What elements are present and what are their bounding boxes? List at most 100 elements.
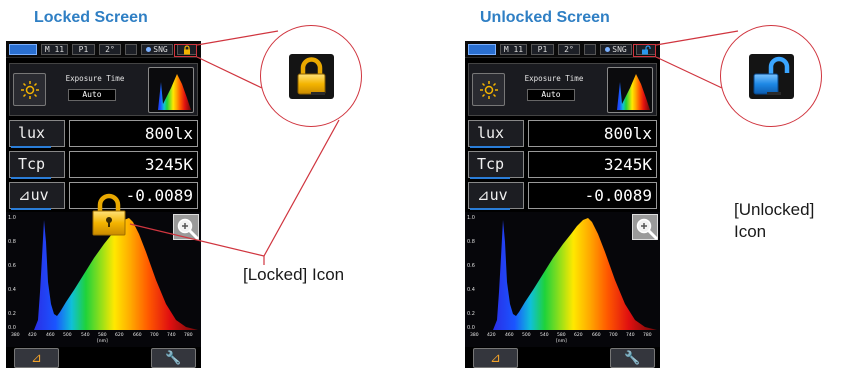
x-tick: 420 bbox=[28, 332, 37, 338]
x-tick: 500 bbox=[63, 332, 72, 338]
label-underline bbox=[11, 146, 51, 148]
tcp-row: Tcp 3245K bbox=[9, 151, 198, 179]
duv-value: -0.0089 bbox=[528, 182, 657, 209]
x-unit: [nm] bbox=[556, 338, 567, 344]
x-tick: 580 bbox=[557, 332, 566, 338]
padlock-open-icon bbox=[749, 54, 794, 99]
x-tick: 740 bbox=[167, 332, 176, 338]
mode-indicator: SNG bbox=[600, 44, 632, 55]
exposure-panel: Exposure Time Auto bbox=[9, 63, 198, 116]
label-underline bbox=[470, 146, 510, 148]
angle-indicator: 2° bbox=[99, 44, 121, 55]
padlock-closed-icon bbox=[289, 54, 334, 99]
y-tick: 0.8 bbox=[8, 239, 16, 245]
battery-icon bbox=[468, 44, 496, 55]
device-screen-locked: M 11 P1 2° SNG Exposure Time Auto lux 80… bbox=[6, 41, 201, 368]
settings-button[interactable]: 🔧 bbox=[610, 348, 655, 368]
lux-label[interactable]: lux bbox=[9, 120, 65, 147]
x-tick: 620 bbox=[115, 332, 124, 338]
zoom-in-icon bbox=[636, 218, 658, 240]
status-blank bbox=[584, 44, 596, 55]
x-tick: 580 bbox=[98, 332, 107, 338]
exposure-value[interactable]: Auto bbox=[527, 89, 575, 101]
spectrum-thumbnail-button[interactable] bbox=[607, 67, 653, 113]
spectrum-curve bbox=[479, 218, 657, 330]
device-screen-unlocked: M 11 P1 2° SNG Exposure Time Auto lux 80… bbox=[465, 41, 660, 368]
lux-value: 800lx bbox=[69, 120, 198, 147]
tcp-label[interactable]: Tcp bbox=[9, 151, 65, 178]
wrench-icon: 🔧 bbox=[165, 351, 182, 366]
label-underline bbox=[470, 177, 510, 179]
meter-indicator: M 11 bbox=[41, 44, 68, 55]
zoom-in-icon bbox=[177, 218, 199, 240]
y-tick: 1.0 bbox=[467, 215, 475, 221]
spectrum-graph[interactable]: 1.0 0.8 0.6 0.4 0.2 0.0 380 420 460 500 … bbox=[465, 212, 660, 347]
lux-label[interactable]: lux bbox=[468, 120, 524, 147]
preset-indicator: P1 bbox=[531, 44, 554, 55]
unlocked-icon-label: [Unlocked] Icon bbox=[734, 199, 834, 243]
y-tick: 1.0 bbox=[8, 215, 16, 221]
wrench-icon: 🔧 bbox=[624, 351, 641, 366]
x-tick: 380 bbox=[470, 332, 479, 338]
meter-indicator: M 11 bbox=[500, 44, 527, 55]
x-tick: 500 bbox=[522, 332, 531, 338]
locked-screen-caption: Locked Screen bbox=[34, 9, 148, 26]
x-tick: 460 bbox=[505, 332, 514, 338]
angle-indicator: 2° bbox=[558, 44, 580, 55]
mode-dot-icon bbox=[146, 47, 152, 52]
status-bar: M 11 P1 2° SNG bbox=[465, 41, 660, 58]
mode-label: SNG bbox=[153, 45, 168, 54]
x-tick: 660 bbox=[133, 332, 142, 338]
x-tick: 380 bbox=[11, 332, 20, 338]
exposure-title: Exposure Time bbox=[524, 74, 584, 83]
spectrum-thumbnail-button[interactable] bbox=[148, 67, 194, 113]
zoom-button[interactable] bbox=[173, 214, 199, 240]
y-tick: 0.4 bbox=[8, 287, 16, 293]
delta-icon: ⊿ bbox=[490, 351, 501, 366]
mode-label: SNG bbox=[612, 45, 627, 54]
locked-icon-label: [Locked] Icon bbox=[243, 265, 345, 284]
lux-row: lux 800lx bbox=[468, 120, 657, 148]
tcp-label[interactable]: Tcp bbox=[468, 151, 524, 178]
tcp-row: Tcp 3245K bbox=[468, 151, 657, 179]
duv-row: ⊿uv -0.0089 bbox=[468, 182, 657, 210]
label-underline bbox=[470, 208, 510, 210]
x-tick: 700 bbox=[609, 332, 618, 338]
exposure-value[interactable]: Auto bbox=[68, 89, 116, 101]
light-source-button[interactable] bbox=[13, 73, 46, 106]
y-tick: 0.2 bbox=[467, 311, 475, 317]
lux-value: 800lx bbox=[528, 120, 657, 147]
lock-icon-highlight bbox=[633, 44, 656, 57]
status-bar: M 11 P1 2° SNG bbox=[6, 41, 201, 58]
tcp-value: 3245K bbox=[69, 151, 198, 178]
mode-dot-icon bbox=[605, 47, 611, 52]
mode-indicator: SNG bbox=[141, 44, 173, 55]
unlocked-icon-label-line2: Icon bbox=[734, 222, 767, 241]
duv-label[interactable]: ⊿uv bbox=[468, 182, 524, 209]
status-blank bbox=[125, 44, 137, 55]
y-tick: 0.8 bbox=[467, 239, 475, 245]
delta-button[interactable]: ⊿ bbox=[14, 348, 59, 368]
lock-icon-highlight bbox=[174, 44, 197, 57]
settings-button[interactable]: 🔧 bbox=[151, 348, 196, 368]
exposure-panel: Exposure Time Auto bbox=[468, 63, 657, 116]
x-tick: 540 bbox=[540, 332, 549, 338]
exposure-title: Exposure Time bbox=[65, 74, 125, 83]
zoom-button[interactable] bbox=[632, 214, 658, 240]
unlocked-icon-label-line1: [Unlocked] bbox=[734, 200, 815, 219]
label-underline bbox=[11, 208, 51, 210]
duv-label[interactable]: ⊿uv bbox=[9, 182, 65, 209]
x-tick: 620 bbox=[574, 332, 583, 338]
delta-button[interactable]: ⊿ bbox=[473, 348, 518, 368]
y-tick: 0.6 bbox=[8, 263, 16, 269]
y-tick: 0.0 bbox=[467, 325, 475, 331]
light-source-button[interactable] bbox=[472, 73, 505, 106]
lux-row: lux 800lx bbox=[9, 120, 198, 148]
spectrum-thumbnail-icon bbox=[612, 74, 650, 110]
x-tick: 780 bbox=[643, 332, 652, 338]
y-tick: 0.2 bbox=[8, 311, 16, 317]
preset-indicator: P1 bbox=[72, 44, 95, 55]
x-unit: [nm] bbox=[97, 338, 108, 344]
spectrum-graph[interactable]: 1.0 0.8 0.6 0.4 0.2 0.0 380 420 460 500 … bbox=[6, 193, 201, 347]
y-tick: 0.0 bbox=[8, 325, 16, 331]
